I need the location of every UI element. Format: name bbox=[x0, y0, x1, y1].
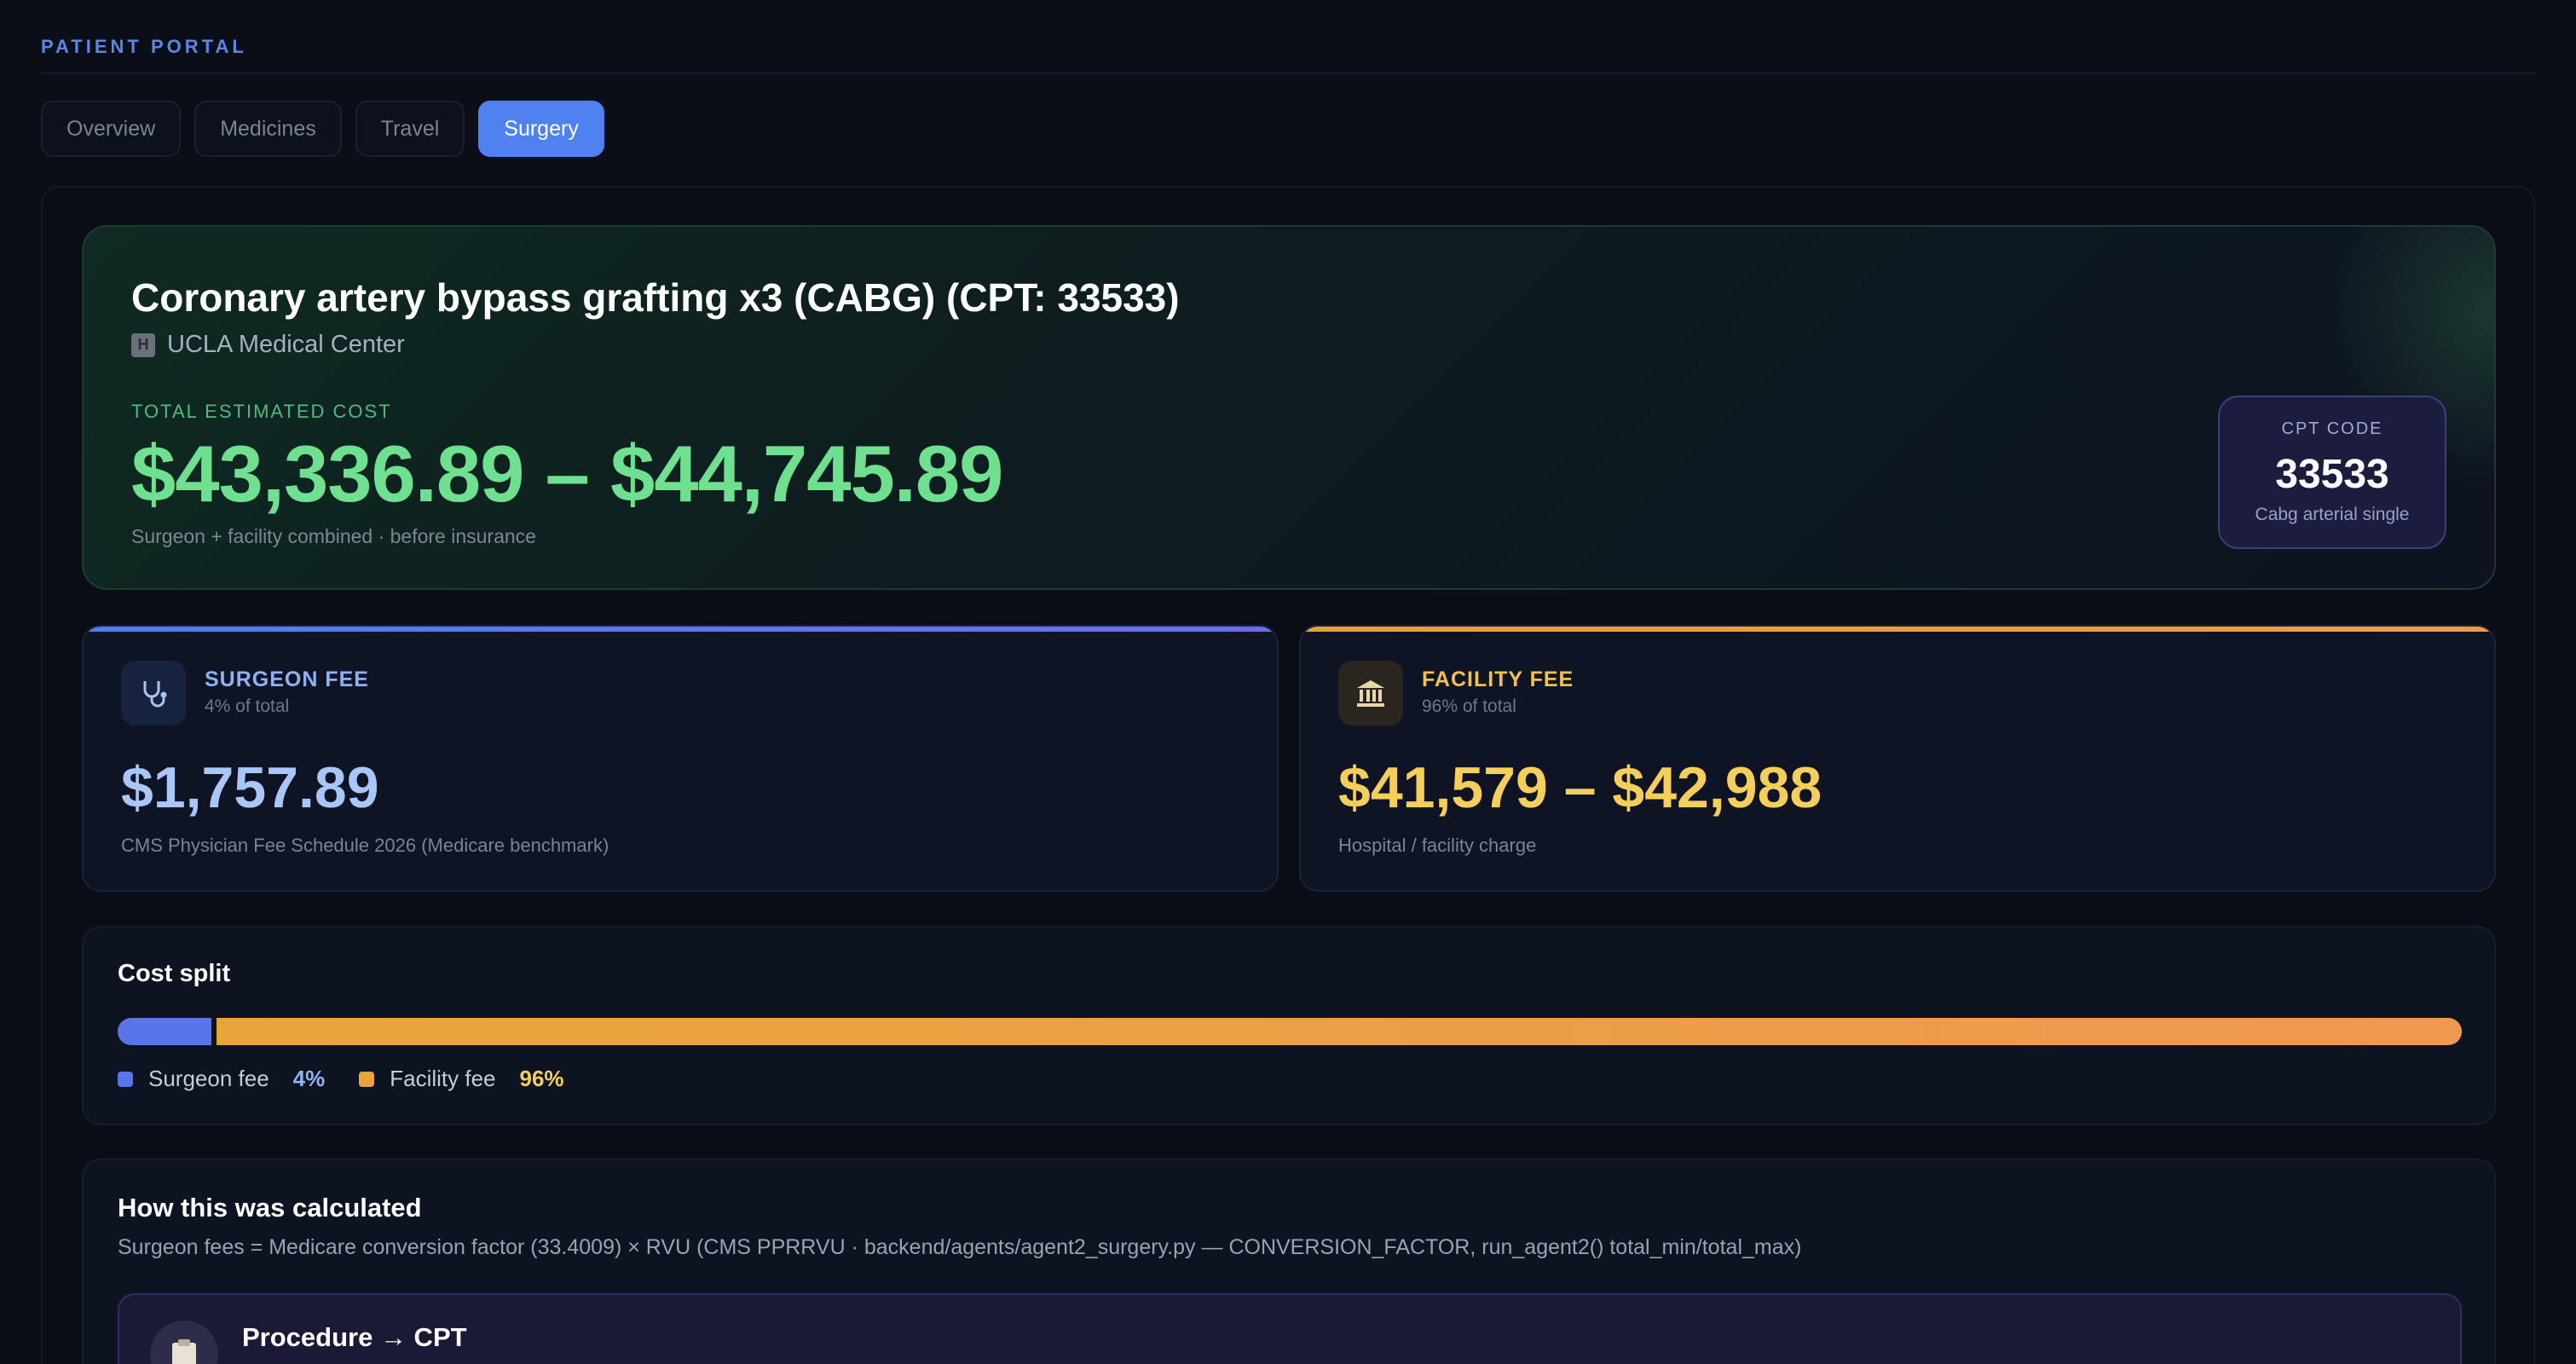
tab-bar: Overview Medicines Travel Surgery bbox=[41, 101, 604, 157]
clipboard-icon bbox=[150, 1321, 218, 1364]
tab-overview[interactable]: Overview bbox=[41, 101, 182, 157]
cpt-code-value: 33533 bbox=[2275, 452, 2389, 497]
hospital-icon: H bbox=[131, 332, 155, 357]
total-cost-label: TOTAL ESTIMATED COST bbox=[131, 401, 392, 422]
cpt-code-label: CPT CODE bbox=[2281, 419, 2383, 438]
calculation-title: How this was calculated bbox=[118, 1193, 422, 1222]
cost-split-title: Cost split bbox=[118, 960, 231, 987]
surgeon-fee-title: SURGEON FEE bbox=[205, 668, 369, 691]
total-cost-range: $43,336.89 – $44,745.89 bbox=[131, 429, 1003, 518]
tab-travel[interactable]: Travel bbox=[355, 101, 465, 157]
cost-split-surgeon-segment bbox=[118, 1018, 211, 1045]
tab-surgery[interactable]: Surgery bbox=[478, 101, 604, 157]
calculation-description: Surgeon fees = Medicare conversion facto… bbox=[118, 1235, 1802, 1259]
legend-swatch-surgeon bbox=[118, 1071, 133, 1087]
portal-label: PATIENT PORTAL bbox=[41, 36, 247, 57]
total-cost-note: Surgeon + facility combined · before ins… bbox=[131, 525, 536, 547]
surgeon-fee-note: CMS Physician Fee Schedule 2026 (Medicar… bbox=[121, 835, 609, 856]
cpt-code-description: Cabg arterial single bbox=[2255, 505, 2410, 524]
cost-split-legend: Surgeon fee 4% Facility fee 96% bbox=[118, 1066, 598, 1092]
surgeon-fee-accent-bar bbox=[84, 627, 1277, 632]
cost-split-card: Cost split Surgeon fee 4% Facility fee 9… bbox=[82, 926, 2496, 1125]
calculation-step-card[interactable]: Procedure → CPT bbox=[118, 1293, 2462, 1364]
cost-split-facility-segment bbox=[216, 1018, 2462, 1045]
building-columns-icon bbox=[1338, 661, 1403, 725]
stethoscope-icon bbox=[121, 661, 186, 725]
legend-pct-surgeon: 4% bbox=[292, 1066, 326, 1091]
facility-fee-accent-bar bbox=[1301, 627, 2494, 632]
surgeon-fee-amount: $1,757.89 bbox=[121, 755, 379, 820]
facility-fee-note: Hospital / facility charge bbox=[1338, 835, 1537, 856]
facility-fee-title: FACILITY FEE bbox=[1422, 668, 1574, 691]
legend-pct-facility: 96% bbox=[519, 1066, 564, 1091]
surgeon-fee-card: SURGEON FEE 4% of total $1,757.89 CMS Ph… bbox=[82, 625, 1279, 892]
legend-item-facility: Facility fee 96% bbox=[359, 1066, 564, 1092]
facility-fee-share: 96% of total bbox=[1422, 696, 1516, 716]
legend-swatch-facility bbox=[359, 1071, 375, 1087]
facility-line: H UCLA Medical Center bbox=[131, 331, 405, 359]
legend-label-facility: Facility fee bbox=[390, 1066, 496, 1091]
legend-item-surgeon: Surgeon fee 4% bbox=[118, 1066, 325, 1092]
cost-split-bar bbox=[118, 1018, 2462, 1045]
facility-fee-amount: $41,579 – $42,988 bbox=[1338, 755, 1822, 820]
procedure-summary-card: Coronary artery bypass grafting x3 (CABG… bbox=[82, 225, 2496, 590]
facility-name: UCLA Medical Center bbox=[167, 331, 405, 358]
calculation-step-title: Procedure → CPT bbox=[242, 1322, 467, 1352]
surgeon-fee-share: 4% of total bbox=[205, 696, 290, 716]
tab-medicines[interactable]: Medicines bbox=[194, 101, 342, 157]
calculation-card: How this was calculated Surgeon fees = M… bbox=[82, 1159, 2496, 1364]
cpt-code-card: CPT CODE 33533 Cabg arterial single bbox=[2218, 396, 2446, 549]
header-divider bbox=[41, 72, 2535, 74]
legend-label-surgeon: Surgeon fee bbox=[148, 1066, 269, 1091]
procedure-title: Coronary artery bypass grafting x3 (CABG… bbox=[131, 275, 1180, 320]
facility-fee-card: FACILITY FEE 96% of total $41,579 – $42,… bbox=[1299, 625, 2496, 892]
